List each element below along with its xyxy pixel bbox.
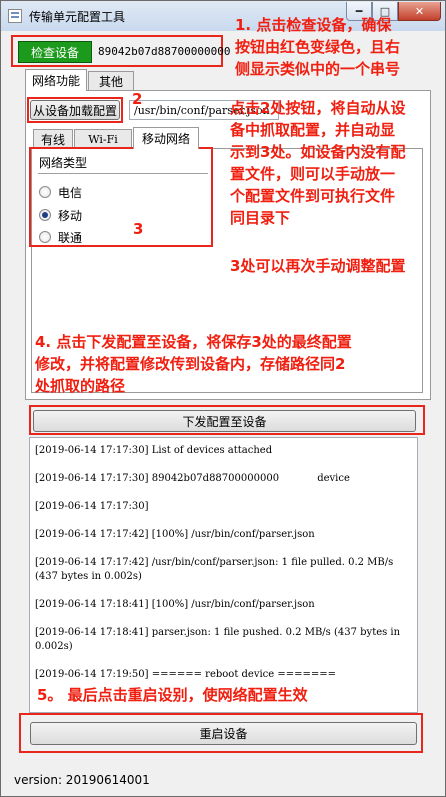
annotation-step4-line: 4. 点击下发配置至设备，将保存3处的最终配置 (35, 333, 352, 351)
log-line: [2019-06-14 17:17:42] /usr/bin/conf/pars… (35, 557, 397, 582)
radio-telecom-circle[interactable] (39, 186, 51, 198)
radio-mobile-circle[interactable] (39, 209, 51, 221)
log-line: [2019-06-14 17:17:30] (35, 501, 149, 512)
tab-wifi[interactable]: Wi-Fi (74, 129, 132, 149)
radio-telecom[interactable]: 电信 (39, 184, 82, 200)
annotation-step1-line: 按钮由红色变绿色，且右 (235, 38, 401, 56)
log-line: [2019-06-14 17:17:42] [100%] /usr/bin/co… (35, 529, 315, 540)
log-line: [2019-06-14 17:17:30] List of devices at… (35, 445, 273, 456)
annotation-step2-line: 个配置文件到可执行文件 (230, 187, 396, 205)
annotation-step2-line: 置文件，则可以手动放一 (230, 165, 396, 183)
device-serial: 89042b07d88700000000 (98, 45, 231, 58)
annotation-step1: 1. 点击检查设备，确保 按钮由红色变绿色，且右 侧显示类似中的一个串号 (235, 14, 400, 80)
radio-unicom-label: 联通 (58, 230, 83, 245)
push-config-button[interactable]: 下发配置至设备 (33, 410, 416, 432)
annotation-step4-line: 处抓取的路径 (35, 377, 126, 395)
tab-network[interactable]: 网络功能 (25, 69, 87, 91)
annotation-step4: 4. 点击下发配置至设备，将保存3处的最终配置 修改，并将配置修改传到设备内，存… (35, 331, 352, 397)
log-line: [2019-06-14 17:18:41] [100%] /usr/bin/co… (35, 599, 315, 610)
annotation-step5: 5。 最后点击重启设别，使网络配置生效 (37, 686, 308, 704)
radio-mobile[interactable]: 移动 (39, 207, 82, 223)
reboot-button[interactable]: 重启设备 (30, 722, 417, 745)
annotation-step3b: 3处可以再次手动调整配置 (230, 257, 406, 275)
version-label: version: 20190614001 (14, 773, 150, 787)
annotation-label-2: 2 (132, 90, 143, 108)
network-type-divider (38, 173, 208, 174)
log-line: [2019-06-14 17:19:50] ====== reboot devi… (35, 669, 337, 680)
annotation-step2-line: 点击2处按钮，将自动从设 (230, 99, 406, 117)
network-type-heading: 网络类型 (39, 156, 88, 170)
radio-unicom[interactable]: 联通 (39, 229, 82, 245)
radio-mobile-label: 移动 (58, 208, 83, 223)
annotation-step2: 点击2处按钮，将自动从设 备中抓取配置，并自动显 示到3处。如设备内没有配 置文… (230, 97, 405, 229)
annotation-label-3: 3 (133, 220, 144, 238)
tab-other[interactable]: 其他 (88, 71, 134, 91)
load-config-button[interactable]: 从设备加载配置 (30, 100, 120, 120)
annotation-step1-line: 1. 点击检查设备，确保 (235, 16, 392, 34)
annotation-step4-line: 修改，并将配置修改传到设备内，存储路径同2 (35, 355, 346, 373)
main-window: 传输单元配置工具 ━ □ ✕ 检查设备 89042b07d88700000000… (0, 0, 446, 797)
log-line: [2019-06-14 17:17:30] 89042b07d887000000… (35, 473, 350, 484)
check-device-button[interactable]: 检查设备 (18, 41, 92, 63)
annotation-step2-line: 示到3处。如设备内没有配 (230, 143, 406, 161)
log-output[interactable]: [2019-06-14 17:17:30] List of devices at… (29, 437, 418, 713)
radio-telecom-label: 电信 (58, 185, 83, 200)
window-title: 传输单元配置工具 (29, 10, 126, 24)
app-icon (8, 9, 22, 23)
tab-mobile-network[interactable]: 移动网络 (133, 127, 199, 149)
close-button[interactable]: ✕ (398, 2, 441, 21)
annotation-step1-line: 侧显示类似中的一个串号 (235, 60, 401, 78)
annotation-step2-line: 备中抓取配置，并自动显 (230, 121, 396, 139)
annotation-step2-line: 同目录下 (230, 209, 291, 227)
tab-wired[interactable]: 有线 (33, 129, 73, 149)
radio-unicom-circle[interactable] (39, 231, 51, 243)
log-line: [2019-06-14 17:18:41] parser.json: 1 fil… (35, 627, 404, 652)
